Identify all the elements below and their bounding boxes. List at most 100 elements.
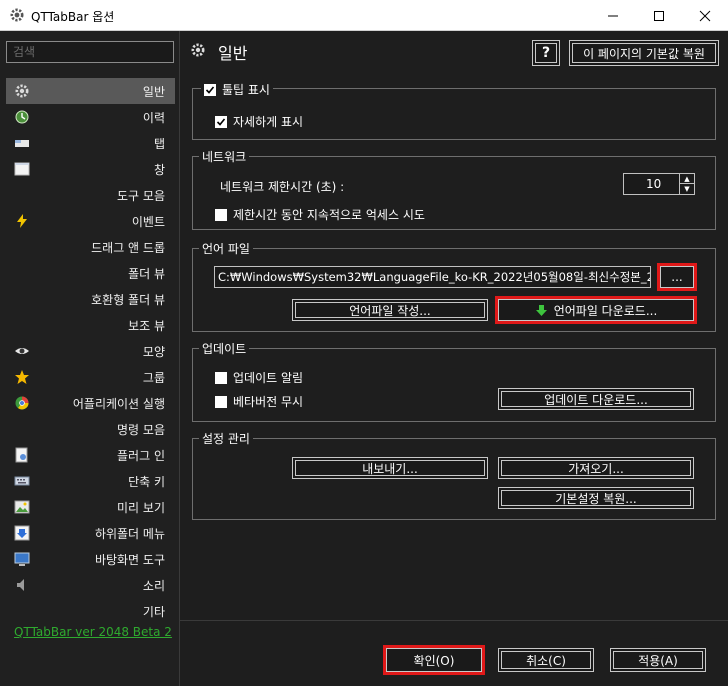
network-timeout-stepper[interactable]: 10 ▲ ▼ (623, 173, 695, 195)
apply-button[interactable]: 적용(A) (610, 648, 706, 672)
reset-page-defaults-button[interactable]: 이 페이지의 기본값 복원 (569, 40, 719, 66)
cancel-button[interactable]: 취소(C) (498, 648, 594, 672)
stepper-up-icon[interactable]: ▲ (680, 174, 694, 184)
update-group-title: 업데이트 (199, 340, 250, 357)
checkbox-box (204, 83, 216, 96)
sidebar-item-desktop-tool[interactable]: 바탕화면 도구 (6, 546, 175, 572)
ignore-beta-label: 베타버전 무시 (233, 395, 304, 409)
sidebar-item-window[interactable]: 창 (6, 156, 175, 182)
sidebar-item-label: 하위폴더 메뉴 (94, 526, 165, 541)
sidebar-item-command-bar[interactable]: 명령 모음 (6, 416, 175, 442)
sidebar-item-plugins[interactable]: 플러그 인 (6, 442, 175, 468)
ok-button[interactable]: 확인(O) (383, 645, 485, 675)
sidebar-item-misc[interactable]: 기타 (6, 598, 175, 624)
window-title: QTTabBar 옵션 (31, 10, 115, 24)
minimize-button[interactable] (590, 0, 636, 31)
checkmark-icon (216, 117, 226, 126)
sidebar-item-label: 미리 보기 (117, 500, 165, 515)
import-settings-button[interactable]: 가져오기... (498, 457, 694, 479)
sidebar-item-label: 이벤트 (131, 214, 165, 229)
sidebar-item-compat-folder-view[interactable]: 호환형 폴더 뷰 (6, 286, 175, 312)
sidebar-item-label: 폴더 뷰 (128, 266, 165, 281)
tab-icon (15, 140, 29, 147)
sidebar-item-label: 창 (153, 162, 165, 177)
desktop-icon (14, 552, 30, 566)
browse-language-file-button[interactable]: ... (657, 263, 697, 291)
sidebar-item-preview[interactable]: 미리 보기 (6, 494, 175, 520)
sidebar-item-general[interactable]: 일반 (6, 78, 175, 104)
sidebar-item-app-launcher[interactable]: 어플리케이션 실행 (6, 390, 175, 416)
gear-icon (15, 84, 29, 98)
title-bar: QTTabBar 옵션 (0, 0, 728, 31)
restore-defaults-frame: 기본설정 복원... (501, 490, 691, 506)
retry-access-checkbox[interactable]: 제한시간 동안 지속적으로 억세스 시도 (215, 206, 425, 223)
download-arrow-icon (535, 304, 547, 316)
ignore-beta-checkbox[interactable]: 베타버전 무시 (215, 393, 303, 410)
gear-icon (191, 43, 205, 57)
sidebar-item-history[interactable]: 이력 (6, 104, 175, 130)
maximize-button[interactable] (636, 0, 682, 31)
version-link[interactable]: QTTabBar ver 2048 Beta 2 (14, 625, 172, 639)
show-tooltip-checkbox[interactable]: 툴팁 표시 (201, 81, 273, 98)
sidebar-item-label: 탭 (153, 136, 165, 151)
restore-defaults-button[interactable]: 기본설정 복원... (498, 487, 694, 509)
retry-access-label: 제한시간 동안 지속적으로 억세스 시도 (233, 208, 425, 222)
close-icon (699, 10, 711, 21)
create-language-file-label: 언어파일 작성... (349, 303, 431, 318)
lightning-icon (17, 214, 27, 228)
restore-defaults-label: 기본설정 복원... (555, 491, 637, 506)
sidebar-item-groups[interactable]: 그룹 (6, 364, 175, 390)
page-title: 일반 (218, 44, 248, 63)
help-button-frame: ? (535, 43, 557, 63)
sidebar-item-label: 일반 (142, 84, 165, 99)
sidebar-item-label: 플러그 인 (117, 448, 165, 463)
sidebar-item-tab[interactable]: 탭 (6, 130, 175, 156)
checkmark-icon (205, 85, 215, 94)
download-language-file-label: 언어파일 다운로드... (553, 303, 658, 318)
sidebar-nav: 일반 이력 탭 창 도구 모음 이벤트 드래그 앤 드롭 폴더 뷰 호환형 폴더… (6, 78, 175, 624)
eye-icon (15, 348, 29, 354)
sidebar-item-sound[interactable]: 소리 (6, 572, 175, 598)
sidebar-item-label: 기타 (142, 604, 165, 619)
stepper-arrows: ▲ ▼ (679, 174, 694, 194)
stepper-down-icon[interactable]: ▼ (680, 184, 694, 194)
sidebar-item-appearance[interactable]: 모양 (6, 338, 175, 364)
sidebar-item-label: 드래그 앤 드롭 (91, 240, 165, 255)
network-timeout-value: 10 (646, 177, 662, 191)
show-detail-label: 자세하게 표시 (233, 115, 304, 129)
help-button[interactable]: ? (532, 40, 560, 66)
sidebar-item-label: 호환형 폴더 뷰 (91, 292, 165, 307)
cancel-button-frame: 취소(C) (501, 651, 591, 669)
sidebar-item-drag-drop[interactable]: 드래그 앤 드롭 (6, 234, 175, 260)
minimize-icon (608, 15, 618, 16)
language-file-path-input[interactable]: C:₩Windows₩System32₩LanguageFile_ko-KR_2… (214, 266, 651, 288)
show-tooltip-label: 툴팁 표시 (222, 83, 270, 97)
create-language-file-button[interactable]: 언어파일 작성... (292, 299, 488, 321)
sidebar-item-shortcuts[interactable]: 단축 키 (6, 468, 175, 494)
sidebar-item-sub-view[interactable]: 보조 뷰 (6, 312, 175, 338)
sidebar-item-label: 그룹 (142, 370, 165, 385)
export-settings-label: 내보내기... (362, 461, 418, 476)
window-icon (14, 162, 30, 176)
keyboard-icon (14, 476, 30, 486)
sidebar-item-events[interactable]: 이벤트 (6, 208, 175, 234)
language-group-title: 언어 파일 (199, 240, 253, 257)
close-button[interactable] (682, 0, 728, 31)
checkbox-box (215, 371, 227, 384)
sidebar-item-folder-view[interactable]: 폴더 뷰 (6, 260, 175, 286)
apply-button-frame: 적용(A) (613, 651, 703, 669)
download-language-file-button[interactable]: 언어파일 다운로드... (495, 296, 697, 324)
update-notify-checkbox[interactable]: 업데이트 알림 (215, 369, 303, 386)
search-input[interactable] (6, 41, 174, 63)
footer-divider (180, 620, 728, 621)
download-update-button[interactable]: 업데이트 다운로드... (498, 388, 694, 410)
sidebar-item-label: 단축 키 (128, 474, 165, 489)
sidebar-item-toolbar[interactable]: 도구 모음 (6, 182, 175, 208)
export-settings-button[interactable]: 내보내기... (292, 457, 488, 479)
create-language-file-frame: 언어파일 작성... (295, 302, 485, 318)
sidebar-item-label: 명령 모음 (117, 422, 165, 437)
sidebar-item-label: 모양 (142, 344, 165, 359)
app-launch-icon (15, 396, 29, 410)
sidebar-item-subfolder-menu[interactable]: 하위폴더 메뉴 (6, 520, 175, 546)
show-detail-checkbox[interactable]: 자세하게 표시 (215, 113, 303, 130)
